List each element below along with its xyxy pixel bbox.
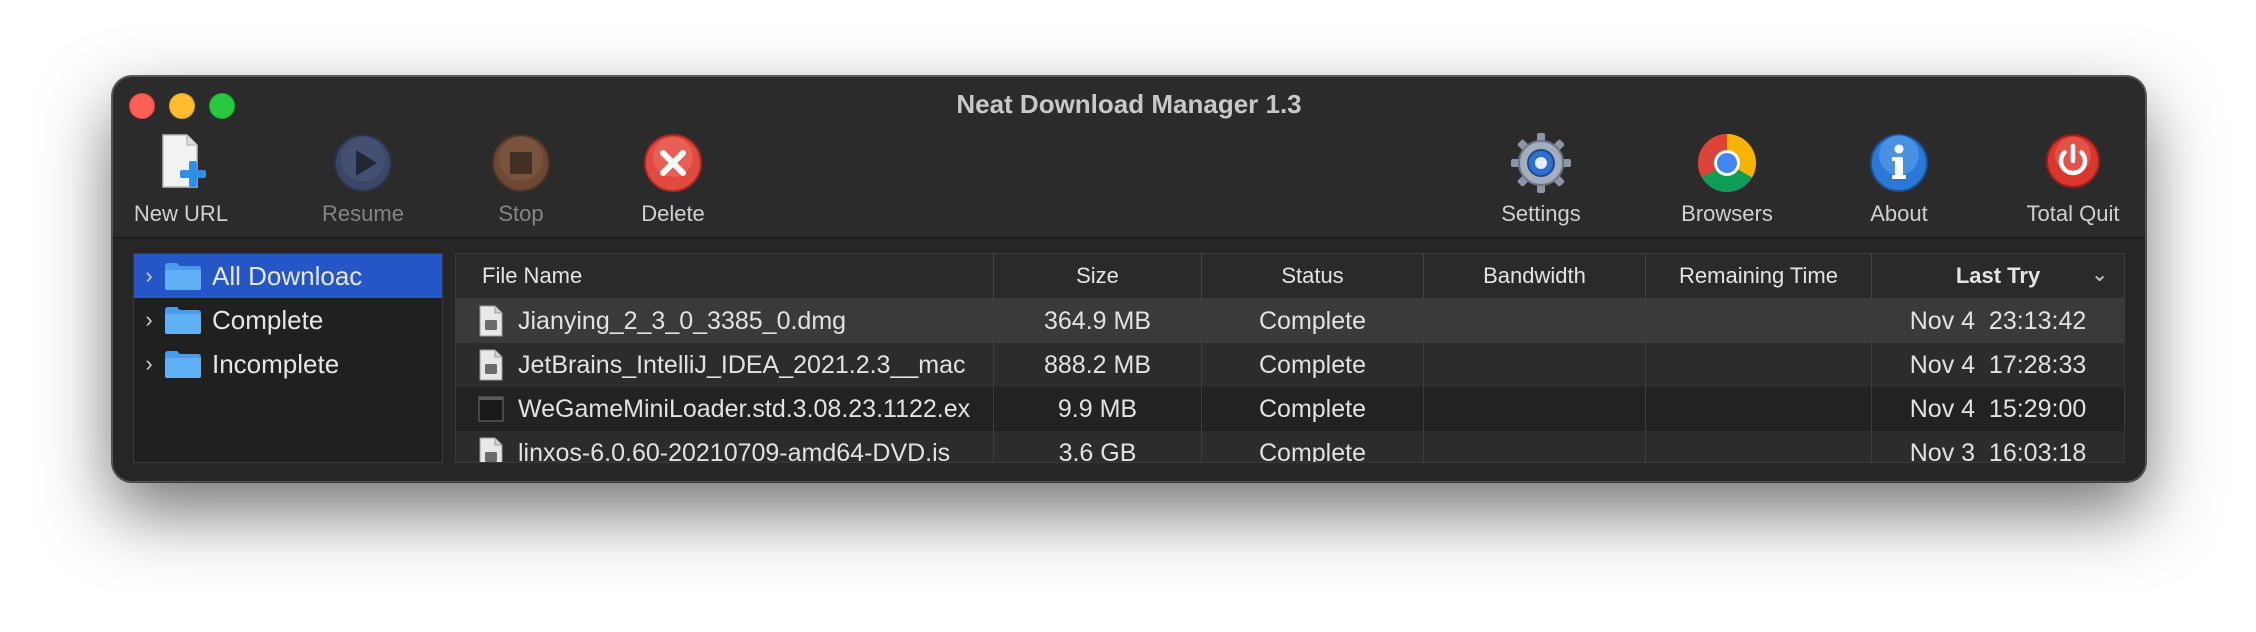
file-name-text: JetBrains_IntelliJ_IDEA_2021.2.3__mac	[518, 350, 966, 379]
column-header-remaining-time[interactable]: Remaining Time	[1646, 254, 1872, 298]
cell-file-name: Jianying_2_3_0_3385_0.dmg	[456, 299, 994, 343]
cell-size: 3.6 GB	[994, 431, 1202, 462]
resume-label: Resume	[322, 201, 404, 226]
cell-status: Complete	[1202, 299, 1424, 343]
stop-icon	[492, 134, 550, 192]
gear-icon	[1511, 133, 1571, 193]
cell-remaining-time	[1646, 431, 1872, 462]
sort-descending-icon: ⌄	[2091, 264, 2108, 286]
chevron-right-icon[interactable]: ›	[134, 263, 164, 289]
new-url-label: New URL	[133, 201, 229, 226]
delete-icon	[644, 134, 702, 192]
category-sidebar: › All Downloac › Complete › Incomplete	[133, 253, 443, 463]
cell-last-try: Nov 4 23:13:42	[1909, 306, 2087, 335]
settings-button[interactable]: Settings	[1471, 131, 1611, 231]
table-row[interactable]: linxos-6.0.60-20210709-amd64-DVD.is 3.6 G…	[456, 431, 2124, 463]
cell-bandwidth	[1424, 343, 1646, 387]
total-quit-button[interactable]: Total Quit	[2003, 131, 2143, 231]
content-area: › All Downloac › Complete › Incomplete F…	[113, 239, 2145, 481]
table-row[interactable]: WeGameMiniLoader.std.3.08.23.1122.ex 9.9 …	[456, 387, 2124, 431]
sidebar-item-label: All Downloac	[212, 260, 363, 291]
total-quit-label: Total Quit	[2026, 201, 2120, 226]
resume-button[interactable]: Resume	[293, 131, 433, 231]
new-url-icon	[162, 134, 206, 188]
cell-status: Complete	[1202, 431, 1424, 462]
table-body: Jianying_2_3_0_3385_0.dmg 364.9 MB Complet…	[456, 299, 2124, 463]
table-header: File Name Size Status Bandwidth Remainin…	[456, 254, 2124, 299]
chevron-right-icon[interactable]: ›	[134, 307, 164, 333]
document-icon	[479, 437, 503, 462]
sidebar-item-all-downloads[interactable]: › All Downloac	[134, 254, 442, 298]
stop-label: Stop	[498, 201, 544, 226]
cell-size: 364.9 MB	[994, 299, 1202, 343]
cell-bandwidth	[1424, 387, 1646, 431]
delete-label: Delete	[641, 201, 705, 226]
column-header-status[interactable]: Status	[1202, 254, 1424, 298]
sidebar-item-incomplete[interactable]: › Incomplete	[134, 342, 442, 386]
table-row[interactable]: JetBrains_IntelliJ_IDEA_2021.2.3__mac 888…	[456, 343, 2124, 387]
cell-bandwidth	[1424, 299, 1646, 343]
about-label: About	[1870, 201, 1928, 226]
file-name-text: WeGameMiniLoader.std.3.08.23.1122.ex	[518, 394, 971, 423]
document-icon	[479, 305, 503, 337]
info-icon	[1870, 134, 1928, 192]
cell-status: Complete	[1202, 387, 1424, 431]
delete-button[interactable]: Delete	[603, 131, 743, 231]
about-button[interactable]: About	[1829, 131, 1969, 231]
executable-icon	[478, 396, 504, 422]
cell-size: 9.9 MB	[994, 387, 1202, 431]
downloads-table: File Name Size Status Bandwidth Remainin…	[455, 253, 2125, 463]
cell-bandwidth	[1424, 431, 1646, 462]
cell-status: Complete	[1202, 343, 1424, 387]
browsers-button[interactable]: Browsers	[1657, 131, 1797, 231]
sidebar-item-complete[interactable]: › Complete	[134, 298, 442, 342]
cell-remaining-time	[1646, 387, 1872, 431]
file-name-text: Jianying_2_3_0_3385_0.dmg	[518, 306, 847, 335]
column-header-size[interactable]: Size	[994, 254, 1202, 298]
cell-file-name: linxos-6.0.60-20210709-amd64-DVD.is	[456, 431, 994, 463]
column-header-bandwidth[interactable]: Bandwidth	[1424, 254, 1646, 298]
cell-last-try: Nov 3 16:03:18	[1909, 438, 2087, 463]
column-header-label: Last Try	[1955, 263, 2041, 288]
cell-file-name: WeGameMiniLoader.std.3.08.23.1122.ex	[456, 387, 994, 431]
new-url-button[interactable]: New URL	[113, 131, 251, 231]
play-icon	[334, 134, 392, 192]
stop-button[interactable]: Stop	[451, 131, 591, 231]
folder-icon	[165, 263, 201, 290]
chevron-right-icon[interactable]: ›	[134, 351, 164, 377]
cell-size: 888.2 MB	[994, 343, 1202, 387]
cell-last-try: Nov 4 15:29:00	[1909, 394, 2087, 423]
cell-file-name: JetBrains_IntelliJ_IDEA_2021.2.3__mac	[456, 343, 994, 387]
folder-icon	[165, 307, 201, 334]
browsers-label: Browsers	[1681, 201, 1773, 226]
file-name-text: linxos-6.0.60-20210709-amd64-DVD.is	[518, 438, 951, 463]
power-icon	[2046, 134, 2100, 188]
cell-remaining-time	[1646, 299, 1872, 343]
sidebar-item-label: Complete	[212, 304, 324, 335]
column-header-file-name[interactable]: File Name	[456, 254, 994, 298]
folder-icon	[165, 351, 201, 378]
table-row[interactable]: Jianying_2_3_0_3385_0.dmg 364.9 MB Complet…	[456, 299, 2124, 343]
window-title: Neat Download Manager 1.3	[956, 89, 1302, 119]
cell-remaining-time	[1646, 343, 1872, 387]
app-window: Neat Download Manager 1.3 New URL Resume…	[112, 76, 2146, 482]
chrome-browser-icon	[1698, 134, 1756, 192]
document-icon	[479, 349, 503, 381]
cell-last-try: Nov 4 17:28:33	[1909, 350, 2087, 379]
column-header-last-try[interactable]: Last Try ⌄	[1872, 254, 2124, 298]
sidebar-item-label: Incomplete	[212, 348, 340, 379]
settings-label: Settings	[1501, 201, 1581, 226]
